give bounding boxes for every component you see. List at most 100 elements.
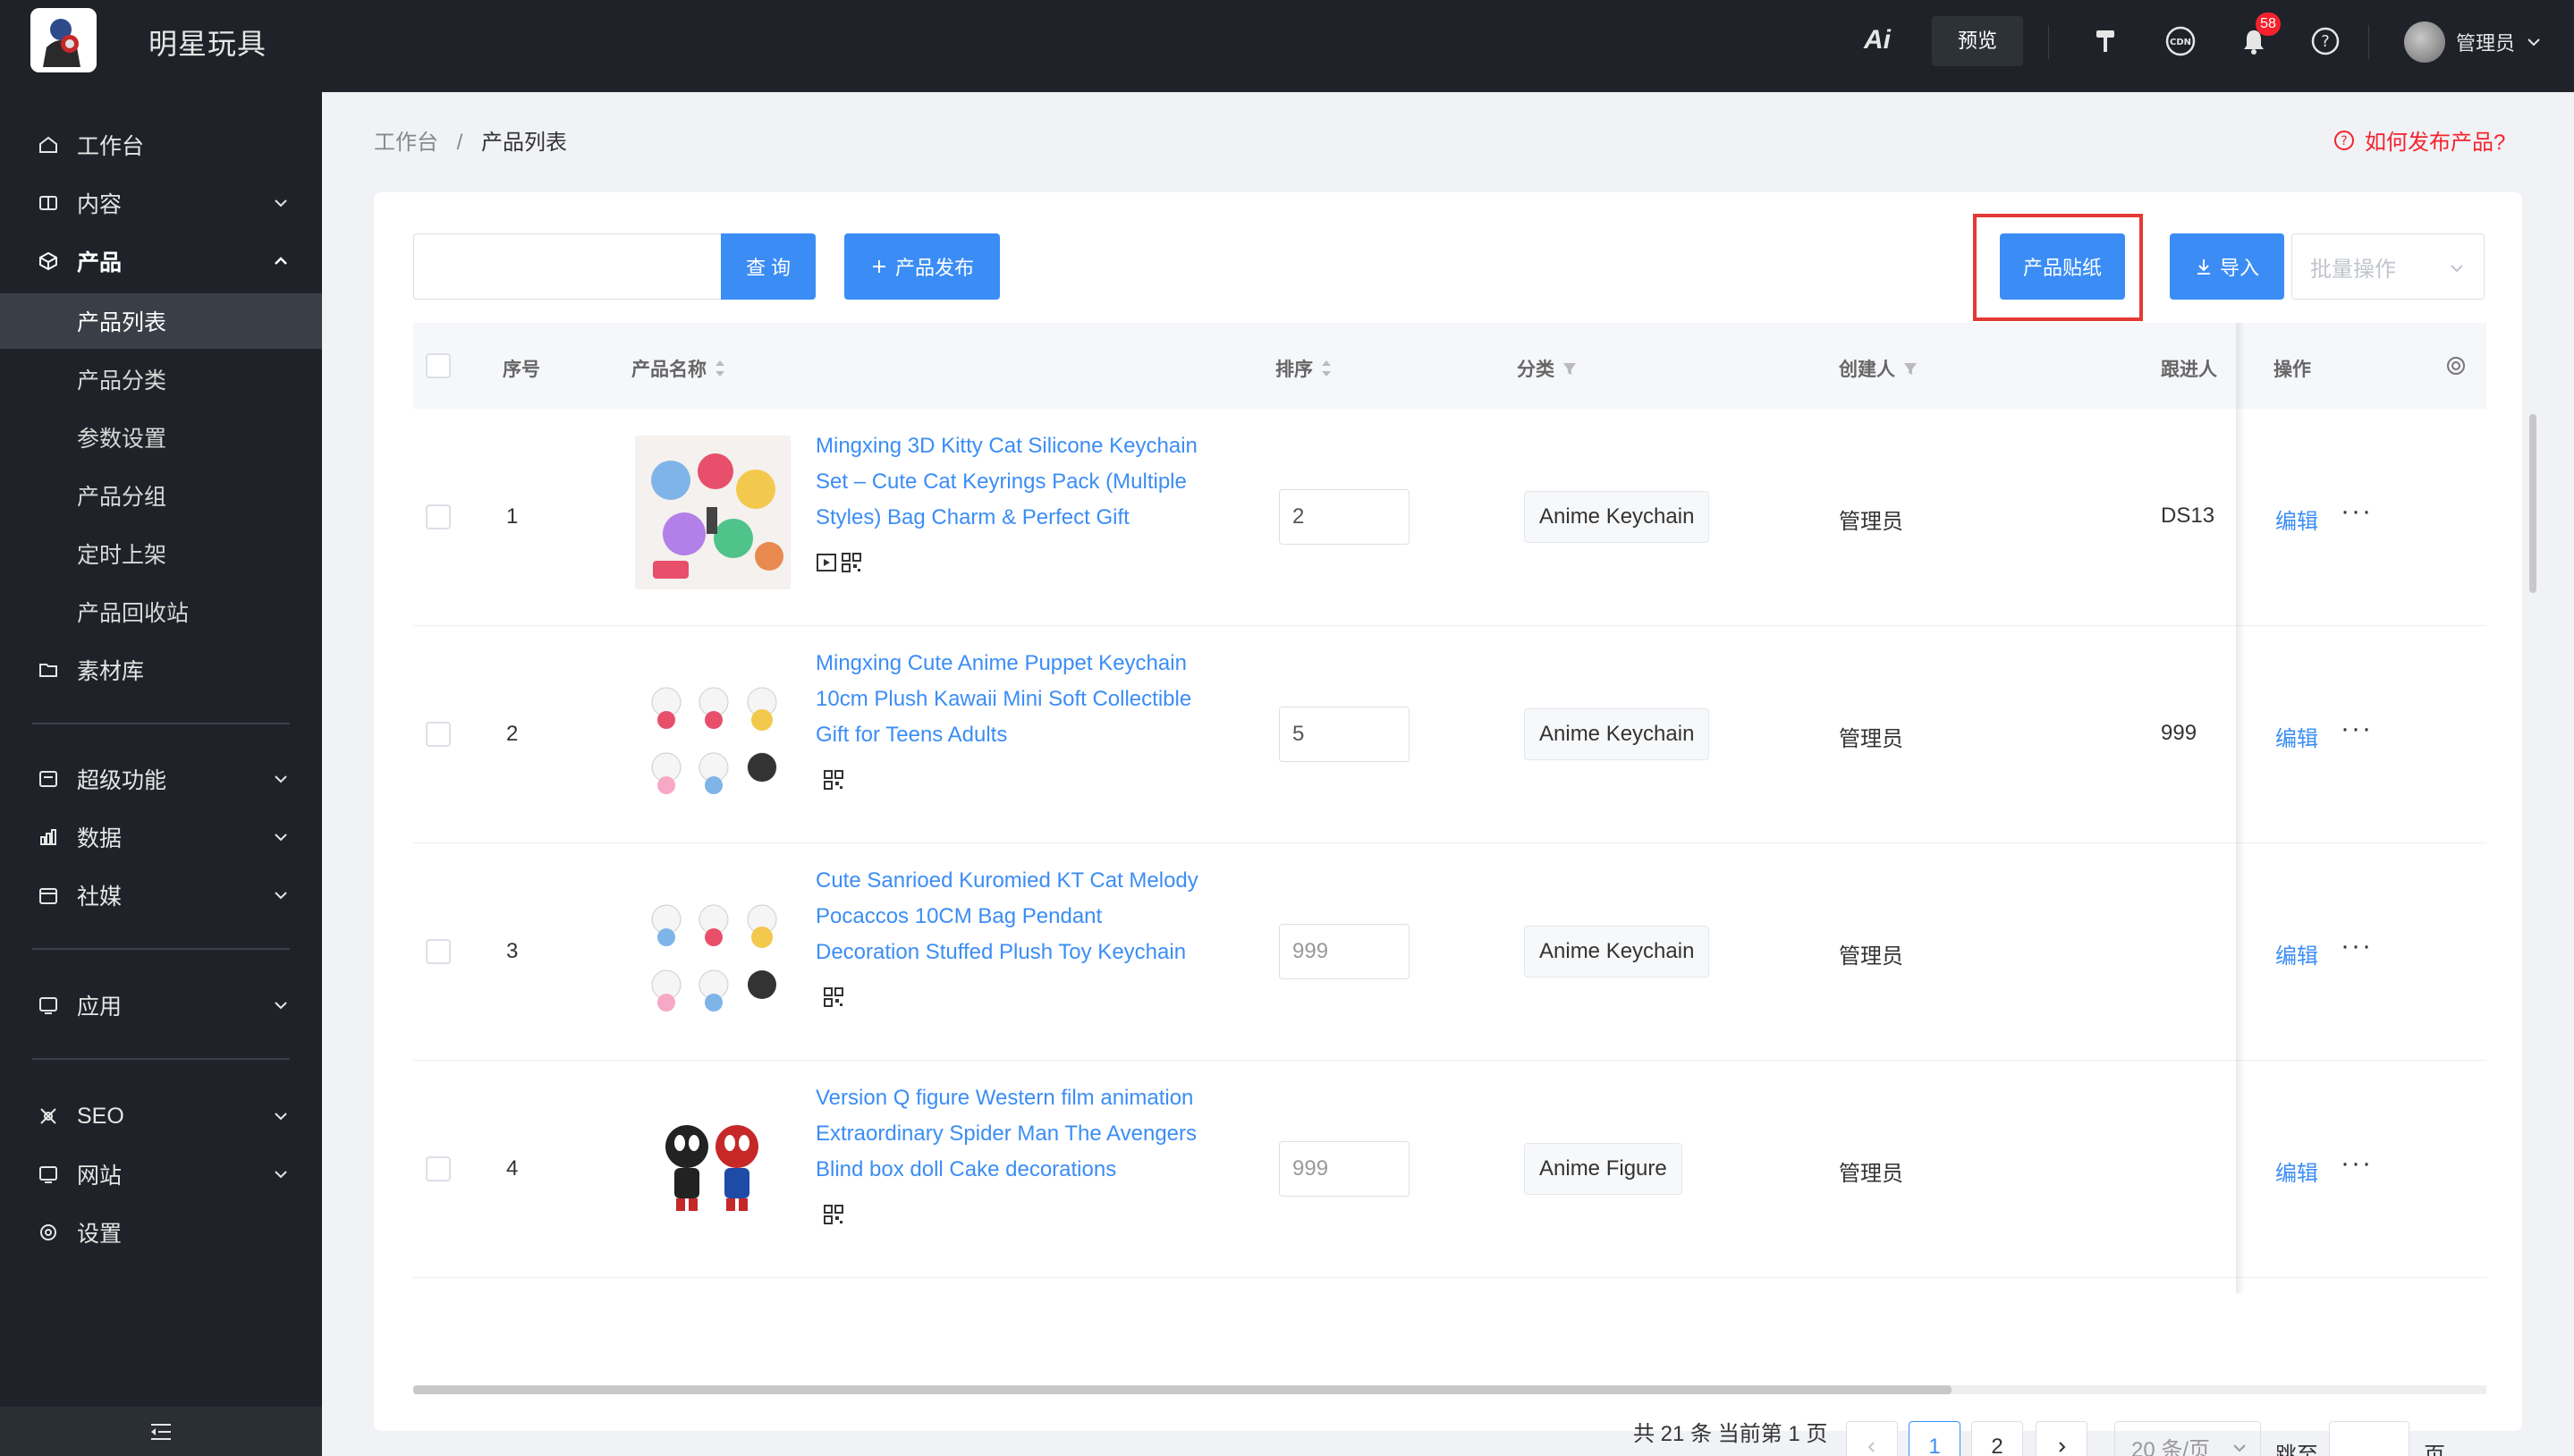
more-actions-icon[interactable]: ··· bbox=[2341, 714, 2373, 744]
sidebar-sub-recycle-bin[interactable]: 产品回收站 bbox=[0, 584, 322, 639]
product-thumbnail[interactable] bbox=[635, 870, 791, 1024]
import-button[interactable]: 导入 bbox=[2170, 233, 2284, 300]
row-checkbox[interactable] bbox=[426, 504, 451, 529]
calendar-icon bbox=[39, 888, 57, 904]
sidebar-sub-product-list[interactable]: 产品列表 bbox=[0, 293, 322, 349]
row-checkbox[interactable] bbox=[426, 939, 451, 964]
cdn-icon[interactable]: CDN bbox=[2163, 23, 2198, 59]
user-menu[interactable]: 管理员 bbox=[2404, 21, 2542, 63]
sidebar-item-apps[interactable]: 应用 bbox=[0, 978, 322, 1033]
column-sort[interactable]: 排序 bbox=[1275, 355, 1333, 382]
sidebar-item-product[interactable]: 产品 bbox=[0, 233, 322, 289]
import-button-label: 导入 bbox=[2219, 257, 2259, 279]
sidebar-divider bbox=[32, 1058, 290, 1060]
sidebar-item-material[interactable]: 素材库 bbox=[0, 642, 322, 698]
user-name: 管理员 bbox=[2456, 32, 2516, 55]
breadcrumb-root[interactable]: 工作台 bbox=[374, 131, 438, 155]
edit-link[interactable]: 编辑 bbox=[2275, 721, 2318, 752]
filter-icon[interactable] bbox=[1562, 360, 1578, 377]
product-thumbnail[interactable] bbox=[635, 1088, 791, 1241]
product-list-card: 查 询 产品发布 产品贴纸 导入 批量操作 序号 产品名称 排序 分类 创建人 … bbox=[374, 192, 2536, 1456]
sidebar-item-workbench[interactable]: 工作台 bbox=[0, 117, 322, 173]
brand-name: 明星玩具 bbox=[148, 28, 267, 60]
logo[interactable] bbox=[30, 8, 97, 72]
sidebar-item-social[interactable]: 社媒 bbox=[0, 868, 322, 923]
product-name-link[interactable]: Cute Sanrioed Kuromied KT Cat Melody Poc… bbox=[816, 863, 1209, 970]
more-actions-icon[interactable]: ··· bbox=[2341, 1148, 2373, 1179]
plus-icon bbox=[872, 260, 885, 273]
sort-input[interactable]: 999 bbox=[1279, 1141, 1410, 1197]
sort-icon[interactable] bbox=[714, 359, 726, 378]
preview-button[interactable]: 预览 bbox=[1932, 16, 2023, 66]
sort-input[interactable]: 999 bbox=[1279, 924, 1410, 979]
table-row[interactable]: 1 Mingxing 3D Kitty Cat Silicone Keychai… bbox=[413, 409, 2486, 626]
sidebar-sub-product-category[interactable]: 产品分类 bbox=[0, 351, 322, 407]
query-button[interactable]: 查 询 bbox=[721, 233, 816, 300]
product-thumbnail[interactable] bbox=[635, 653, 791, 807]
product-name-link[interactable]: Version Q figure Western film animation … bbox=[816, 1080, 1209, 1188]
edit-link[interactable]: 编辑 bbox=[2275, 1155, 2318, 1187]
column-creator[interactable]: 创建人 bbox=[1839, 355, 1918, 382]
column-actions-label: 操作 bbox=[2273, 360, 2311, 380]
more-actions-icon[interactable]: ··· bbox=[2341, 931, 2373, 961]
page-button-1[interactable]: 1 bbox=[1909, 1421, 1960, 1456]
qr-code-icon[interactable] bbox=[823, 769, 844, 791]
edit-link[interactable]: 编辑 bbox=[2275, 938, 2318, 969]
sidebar-item-website[interactable]: 网站 bbox=[0, 1147, 322, 1202]
select-all-checkbox[interactable] bbox=[426, 353, 451, 378]
sidebar-sub-parameters[interactable]: 参数设置 bbox=[0, 410, 322, 465]
more-actions-icon[interactable]: ··· bbox=[2341, 496, 2373, 527]
row-checkbox[interactable] bbox=[426, 1156, 451, 1181]
row-index: 4 bbox=[506, 1156, 519, 1181]
help-link[interactable]: ? 如何发布产品? bbox=[2333, 124, 2505, 156]
qr-code-icon[interactable] bbox=[823, 986, 844, 1008]
vertical-scrollbar[interactable] bbox=[2529, 414, 2536, 593]
product-name-link[interactable]: Mingxing Cute Anime Puppet Keychain 10cm… bbox=[816, 646, 1209, 753]
jump-page-input[interactable] bbox=[2329, 1421, 2409, 1456]
sidebar-sub-product-group[interactable]: 产品分组 bbox=[0, 468, 322, 523]
sort-input[interactable]: 5 bbox=[1279, 707, 1410, 762]
ai-button[interactable]: Ai bbox=[1864, 25, 1891, 55]
row-checkbox[interactable] bbox=[426, 722, 451, 747]
page-unit-label: 页 bbox=[2424, 1443, 2445, 1456]
column-follower[interactable]: 跟进人 bbox=[2161, 355, 2217, 382]
video-icon[interactable] bbox=[816, 552, 837, 573]
pagination-summary: 共 21 条 当前第 1 页 bbox=[1633, 1422, 1828, 1446]
sidebar-divider bbox=[32, 948, 290, 950]
horizontal-scrollbar[interactable] bbox=[413, 1385, 1952, 1394]
sidebar-item-label: 设置 bbox=[77, 1222, 123, 1247]
sidebar-item-super[interactable]: 超级功能 bbox=[0, 751, 322, 807]
table-row[interactable]: 4 Version Q figure Western film animatio… bbox=[413, 1061, 2486, 1278]
page-size-select[interactable]: 20 条/页 bbox=[2114, 1421, 2261, 1456]
sticker-button[interactable]: 产品贴纸 bbox=[2000, 233, 2125, 300]
table-row[interactable]: 3 Cute Sanrioed Kuromied KT Cat Melody P… bbox=[413, 843, 2486, 1061]
qr-code-icon[interactable] bbox=[823, 1204, 844, 1225]
prev-page-button[interactable] bbox=[1846, 1421, 1898, 1456]
column-category[interactable]: 分类 bbox=[1517, 355, 1578, 382]
sidebar-sub-scheduled[interactable]: 定时上架 bbox=[0, 526, 322, 581]
paint-roller-icon[interactable] bbox=[2087, 23, 2123, 59]
next-page-button[interactable] bbox=[2036, 1421, 2087, 1456]
help-icon[interactable]: ? bbox=[2307, 23, 2343, 59]
sort-icon[interactable] bbox=[1320, 359, 1333, 378]
sidebar-item-settings[interactable]: 设置 bbox=[0, 1205, 322, 1260]
search-input[interactable] bbox=[413, 233, 723, 300]
product-thumbnail[interactable] bbox=[635, 436, 791, 589]
sidebar-item-seo[interactable]: SEO bbox=[0, 1088, 322, 1144]
sidebar-item-data[interactable]: 数据 bbox=[0, 809, 322, 865]
sort-input[interactable]: 2 bbox=[1279, 489, 1410, 545]
edit-link[interactable]: 编辑 bbox=[2275, 504, 2318, 535]
column-name[interactable]: 产品名称 bbox=[631, 355, 726, 382]
table-row[interactable]: 2 Mingxing Cute Anime Puppet Keychain 10… bbox=[413, 626, 2486, 843]
page-button-2[interactable]: 2 bbox=[1971, 1421, 2023, 1456]
batch-actions-select[interactable]: 批量操作 bbox=[2291, 233, 2485, 300]
product-name-link[interactable]: Mingxing 3D Kitty Cat Silicone Keychain … bbox=[816, 428, 1209, 536]
filter-icon[interactable] bbox=[1902, 360, 1918, 377]
sidebar-item-content[interactable]: 内容 bbox=[0, 175, 322, 231]
sidebar-sub-label: 产品分组 bbox=[77, 485, 167, 510]
publish-button[interactable]: 产品发布 bbox=[844, 233, 1000, 300]
gear-icon[interactable] bbox=[2443, 353, 2468, 378]
follower-cell: 999 bbox=[2161, 721, 2197, 745]
sidebar-collapse-button[interactable] bbox=[0, 1407, 322, 1456]
qr-code-icon[interactable] bbox=[841, 552, 862, 573]
